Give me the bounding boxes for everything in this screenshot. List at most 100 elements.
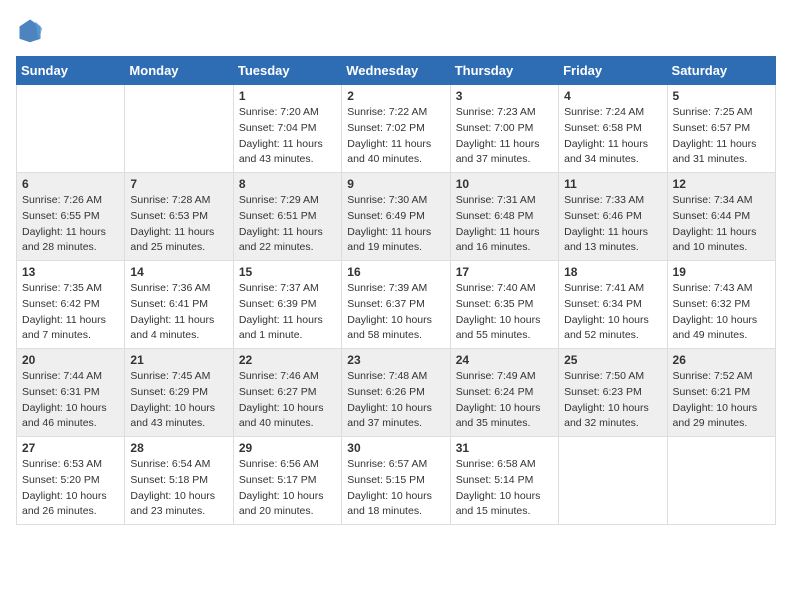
calendar-cell: 30 Sunrise: 6:57 AM Sunset: 5:15 PM Dayli… bbox=[342, 437, 450, 525]
day-info: Sunrise: 6:54 AM Sunset: 5:18 PM Dayligh… bbox=[130, 457, 227, 520]
day-info: Sunrise: 7:25 AM Sunset: 6:57 PM Dayligh… bbox=[673, 105, 770, 168]
day-number: 14 bbox=[130, 265, 227, 279]
calendar-cell: 3Sunrise: 7:23 AM Sunset: 7:00 PM Daylig… bbox=[450, 85, 558, 173]
day-info: Sunrise: 6:56 AM Sunset: 5:17 PM Dayligh… bbox=[239, 457, 336, 520]
day-info: Sunrise: 7:23 AM Sunset: 7:00 PM Dayligh… bbox=[456, 105, 553, 168]
calendar-cell: 11 Sunrise: 7:33 AM Sunset: 6:46 PM Dayli… bbox=[559, 173, 667, 261]
day-number: 7 bbox=[130, 177, 227, 191]
day-number: 15 bbox=[239, 265, 336, 279]
calendar-cell: 20Sunrise: 7:44 AM Sunset: 6:31 PM Dayli… bbox=[17, 349, 125, 437]
day-number: 24 bbox=[456, 353, 553, 367]
day-number: 27 bbox=[22, 441, 119, 455]
day-info: Sunrise: 6:53 AM Sunset: 5:20 PM Dayligh… bbox=[22, 457, 119, 520]
calendar-cell: 5 Sunrise: 7:25 AM Sunset: 6:57 PM Daylig… bbox=[667, 85, 775, 173]
calendar-cell: 26Sunrise: 7:52 AM Sunset: 6:21 PM Dayli… bbox=[667, 349, 775, 437]
day-info: Sunrise: 7:33 AM Sunset: 6:46 PM Dayligh… bbox=[564, 193, 661, 256]
calendar-cell: 27 Sunrise: 6:53 AM Sunset: 5:20 PM Dayli… bbox=[17, 437, 125, 525]
calendar-cell: 16 Sunrise: 7:39 AM Sunset: 6:37 PM Dayli… bbox=[342, 261, 450, 349]
day-info: Sunrise: 7:40 AM Sunset: 6:35 PM Dayligh… bbox=[456, 281, 553, 344]
day-info: Sunrise: 6:57 AM Sunset: 5:15 PM Dayligh… bbox=[347, 457, 444, 520]
calendar-table: SundayMondayTuesdayWednesdayThursdayFrid… bbox=[16, 56, 776, 525]
day-number: 2 bbox=[347, 89, 444, 103]
day-info: Sunrise: 7:31 AM Sunset: 6:48 PM Dayligh… bbox=[456, 193, 553, 256]
day-info: Sunrise: 7:34 AM Sunset: 6:44 PM Dayligh… bbox=[673, 193, 770, 256]
calendar-cell bbox=[667, 437, 775, 525]
calendar-cell: 15 Sunrise: 7:37 AM Sunset: 6:39 PM Dayli… bbox=[233, 261, 341, 349]
day-info: Sunrise: 7:41 AM Sunset: 6:34 PM Dayligh… bbox=[564, 281, 661, 344]
calendar-cell: 1 Sunrise: 7:20 AM Sunset: 7:04 PM Daylig… bbox=[233, 85, 341, 173]
weekday-header-thursday: Thursday bbox=[450, 57, 558, 85]
day-info: Sunrise: 7:20 AM Sunset: 7:04 PM Dayligh… bbox=[239, 105, 336, 168]
day-number: 1 bbox=[239, 89, 336, 103]
day-number: 10 bbox=[456, 177, 553, 191]
weekday-header-saturday: Saturday bbox=[667, 57, 775, 85]
day-info: Sunrise: 7:37 AM Sunset: 6:39 PM Dayligh… bbox=[239, 281, 336, 344]
calendar-cell: 14Sunrise: 7:36 AM Sunset: 6:41 PM Dayli… bbox=[125, 261, 233, 349]
day-number: 19 bbox=[673, 265, 770, 279]
calendar-cell: 6 Sunrise: 7:26 AM Sunset: 6:55 PM Daylig… bbox=[17, 173, 125, 261]
calendar-cell: 29 Sunrise: 6:56 AM Sunset: 5:17 PM Dayli… bbox=[233, 437, 341, 525]
day-info: Sunrise: 6:58 AM Sunset: 5:14 PM Dayligh… bbox=[456, 457, 553, 520]
calendar-cell: 22 Sunrise: 7:46 AM Sunset: 6:27 PM Dayli… bbox=[233, 349, 341, 437]
day-number: 22 bbox=[239, 353, 336, 367]
day-info: Sunrise: 7:48 AM Sunset: 6:26 PM Dayligh… bbox=[347, 369, 444, 432]
calendar-week-2: 6 Sunrise: 7:26 AM Sunset: 6:55 PM Daylig… bbox=[17, 173, 776, 261]
day-number: 23 bbox=[347, 353, 444, 367]
day-number: 17 bbox=[456, 265, 553, 279]
calendar-cell: 7 Sunrise: 7:28 AM Sunset: 6:53 PM Daylig… bbox=[125, 173, 233, 261]
calendar-cell bbox=[125, 85, 233, 173]
calendar-cell: 17 Sunrise: 7:40 AM Sunset: 6:35 PM Dayli… bbox=[450, 261, 558, 349]
day-number: 18 bbox=[564, 265, 661, 279]
calendar-cell: 10 Sunrise: 7:31 AM Sunset: 6:48 PM Dayli… bbox=[450, 173, 558, 261]
calendar-cell: 4Sunrise: 7:24 AM Sunset: 6:58 PM Daylig… bbox=[559, 85, 667, 173]
day-number: 6 bbox=[22, 177, 119, 191]
day-number: 28 bbox=[130, 441, 227, 455]
day-info: Sunrise: 7:52 AM Sunset: 6:21 PM Dayligh… bbox=[673, 369, 770, 432]
day-number: 9 bbox=[347, 177, 444, 191]
calendar-cell: 21 Sunrise: 7:45 AM Sunset: 6:29 PM Dayli… bbox=[125, 349, 233, 437]
day-info: Sunrise: 7:28 AM Sunset: 6:53 PM Dayligh… bbox=[130, 193, 227, 256]
day-info: Sunrise: 7:22 AM Sunset: 7:02 PM Dayligh… bbox=[347, 105, 444, 168]
logo bbox=[16, 16, 48, 44]
generalblue-logo-icon bbox=[16, 16, 44, 44]
page-header bbox=[16, 16, 776, 44]
day-number: 13 bbox=[22, 265, 119, 279]
day-number: 25 bbox=[564, 353, 661, 367]
day-number: 11 bbox=[564, 177, 661, 191]
calendar-cell: 9 Sunrise: 7:30 AM Sunset: 6:49 PM Daylig… bbox=[342, 173, 450, 261]
calendar-cell: 25 Sunrise: 7:50 AM Sunset: 6:23 PM Dayli… bbox=[559, 349, 667, 437]
weekday-header-tuesday: Tuesday bbox=[233, 57, 341, 85]
calendar-week-4: 20Sunrise: 7:44 AM Sunset: 6:31 PM Dayli… bbox=[17, 349, 776, 437]
weekday-header-sunday: Sunday bbox=[17, 57, 125, 85]
day-number: 8 bbox=[239, 177, 336, 191]
calendar-week-3: 13 Sunrise: 7:35 AM Sunset: 6:42 PM Dayli… bbox=[17, 261, 776, 349]
calendar-cell: 28 Sunrise: 6:54 AM Sunset: 5:18 PM Dayli… bbox=[125, 437, 233, 525]
day-number: 29 bbox=[239, 441, 336, 455]
calendar-cell: 18 Sunrise: 7:41 AM Sunset: 6:34 PM Dayli… bbox=[559, 261, 667, 349]
day-number: 5 bbox=[673, 89, 770, 103]
day-number: 4 bbox=[564, 89, 661, 103]
day-info: Sunrise: 7:30 AM Sunset: 6:49 PM Dayligh… bbox=[347, 193, 444, 256]
calendar-cell: 2 Sunrise: 7:22 AM Sunset: 7:02 PM Daylig… bbox=[342, 85, 450, 173]
calendar-cell: 24Sunrise: 7:49 AM Sunset: 6:24 PM Dayli… bbox=[450, 349, 558, 437]
day-info: Sunrise: 7:46 AM Sunset: 6:27 PM Dayligh… bbox=[239, 369, 336, 432]
day-number: 12 bbox=[673, 177, 770, 191]
calendar-cell bbox=[17, 85, 125, 173]
calendar-cell: 8Sunrise: 7:29 AM Sunset: 6:51 PM Daylig… bbox=[233, 173, 341, 261]
day-info: Sunrise: 7:35 AM Sunset: 6:42 PM Dayligh… bbox=[22, 281, 119, 344]
weekday-header-monday: Monday bbox=[125, 57, 233, 85]
day-number: 21 bbox=[130, 353, 227, 367]
day-info: Sunrise: 7:45 AM Sunset: 6:29 PM Dayligh… bbox=[130, 369, 227, 432]
day-number: 30 bbox=[347, 441, 444, 455]
calendar-week-1: 1 Sunrise: 7:20 AM Sunset: 7:04 PM Daylig… bbox=[17, 85, 776, 173]
day-info: Sunrise: 7:39 AM Sunset: 6:37 PM Dayligh… bbox=[347, 281, 444, 344]
calendar-cell bbox=[559, 437, 667, 525]
day-number: 16 bbox=[347, 265, 444, 279]
day-info: Sunrise: 7:26 AM Sunset: 6:55 PM Dayligh… bbox=[22, 193, 119, 256]
day-info: Sunrise: 7:43 AM Sunset: 6:32 PM Dayligh… bbox=[673, 281, 770, 344]
day-info: Sunrise: 7:50 AM Sunset: 6:23 PM Dayligh… bbox=[564, 369, 661, 432]
day-number: 31 bbox=[456, 441, 553, 455]
weekday-header-row: SundayMondayTuesdayWednesdayThursdayFrid… bbox=[17, 57, 776, 85]
calendar-cell: 12 Sunrise: 7:34 AM Sunset: 6:44 PM Dayli… bbox=[667, 173, 775, 261]
calendar-week-5: 27 Sunrise: 6:53 AM Sunset: 5:20 PM Dayli… bbox=[17, 437, 776, 525]
